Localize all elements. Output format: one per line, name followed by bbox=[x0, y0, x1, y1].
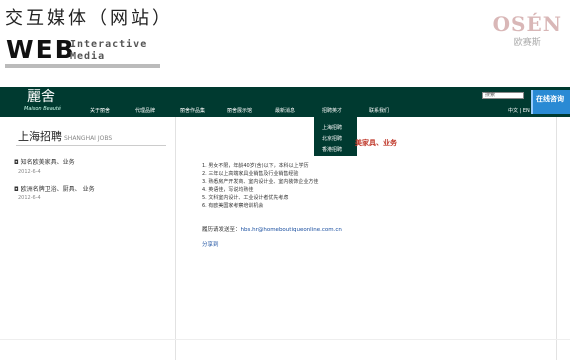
requirement-item: 1. 男女不限，年龄40岁(含)以下，本科以上学历 bbox=[202, 163, 309, 169]
job-list-item[interactable]: ◘ 知名欧美家具、业务 bbox=[14, 157, 75, 166]
dropdown-item-beijing[interactable]: 北京招聘 bbox=[322, 135, 342, 142]
language-switch[interactable]: 中文 | EN bbox=[508, 107, 530, 114]
sidebar-title-en: SHANGHAI JOBS bbox=[64, 135, 113, 142]
resume-email-link[interactable]: hbs.hr@homeboutiqueonline.com.cn bbox=[241, 227, 342, 233]
brand-name-cn: 欧赛斯 bbox=[513, 38, 541, 48]
sidebar-title-cn: 上海招聘 bbox=[18, 130, 62, 143]
nav-item[interactable]: 招聘英才 bbox=[322, 107, 342, 114]
sidebar-divider bbox=[175, 117, 176, 360]
job-list-item-label: 知名欧美家具、业务 bbox=[20, 159, 75, 166]
job-list-date: 2012-6-4 bbox=[18, 195, 41, 201]
share-link[interactable]: 分享到 bbox=[202, 240, 219, 248]
requirement-item: 2. 三年以上高端家具业销售及行业销售经验 bbox=[202, 171, 299, 177]
requirement-item: 6. 有欧美国家考察培训机会 bbox=[202, 203, 264, 209]
nav-item[interactable]: 联系我们 bbox=[369, 107, 389, 114]
dropdown-item-hongkong[interactable]: 香港招聘 bbox=[322, 146, 342, 153]
sidebar-rule bbox=[16, 145, 166, 146]
site-logo[interactable]: 麗舍 bbox=[27, 90, 55, 104]
heading-underline bbox=[5, 64, 160, 68]
requirement-item: 3. 熟悉房产开发商、室内设计业、室内装饰企业方佳 bbox=[202, 179, 319, 185]
bottom-divider bbox=[0, 339, 570, 340]
dropdown-item-shanghai[interactable]: 上海招聘 bbox=[322, 124, 342, 131]
site-navbar: 麗舍 Maison Beauté 关于丽舍 代理品牌 丽舍作品集 丽舍展示馆 最新消息 招… bbox=[0, 87, 570, 117]
nav-item[interactable]: 代理品牌 bbox=[135, 107, 155, 114]
web-subtitle: Interactive Media bbox=[70, 39, 147, 63]
job-title: 美家具、业务 bbox=[355, 139, 397, 147]
recruit-dropdown: 上海招聘 北京招聘 香港招聘 bbox=[314, 117, 357, 156]
search-input[interactable]: 搜索 bbox=[482, 92, 524, 99]
web-subtitle-line-2: Media bbox=[70, 51, 106, 62]
site-logo-sub: Maison Beauté bbox=[24, 106, 61, 112]
requirement-item: 5. 文科室内设计、工业设计者优先考虑 bbox=[202, 195, 289, 201]
resume-line: 履历请发送至：hbs.hr@homeboutiqueonline.com.cn bbox=[202, 225, 342, 233]
web-word: WEB bbox=[6, 35, 76, 64]
web-subtitle-line-1: Interactive bbox=[70, 39, 148, 50]
brand-name: OSÉN bbox=[492, 12, 562, 36]
job-list-item-label: 欧洲名牌卫浴、厨具、 业务 bbox=[20, 186, 95, 193]
brand-logo: OSÉN 欧赛斯 bbox=[493, 14, 562, 48]
job-list-date: 2012-6-4 bbox=[18, 169, 41, 175]
page-heading: 交互媒体（网站） bbox=[5, 8, 173, 29]
nav-item[interactable]: 丽舍作品集 bbox=[180, 107, 205, 114]
nav-item[interactable]: 最新消息 bbox=[275, 107, 295, 114]
job-list-item[interactable]: ◘ 欧洲名牌卫浴、厨具、 业务 bbox=[14, 184, 95, 193]
content-divider bbox=[556, 117, 557, 360]
sidebar-title: 上海招聘 SHANGHAI JOBS bbox=[18, 128, 112, 144]
nav-item[interactable]: 丽舍展示馆 bbox=[227, 107, 252, 114]
online-consult-button[interactable]: 在线咨询 bbox=[531, 90, 570, 114]
online-consult-label: 在线咨询 bbox=[536, 95, 564, 103]
requirement-item: 4. 英语佳，写说均熟佳 bbox=[202, 187, 254, 193]
resume-label: 履历请发送至： bbox=[202, 227, 241, 233]
nav-item[interactable]: 关于丽舍 bbox=[90, 107, 110, 114]
